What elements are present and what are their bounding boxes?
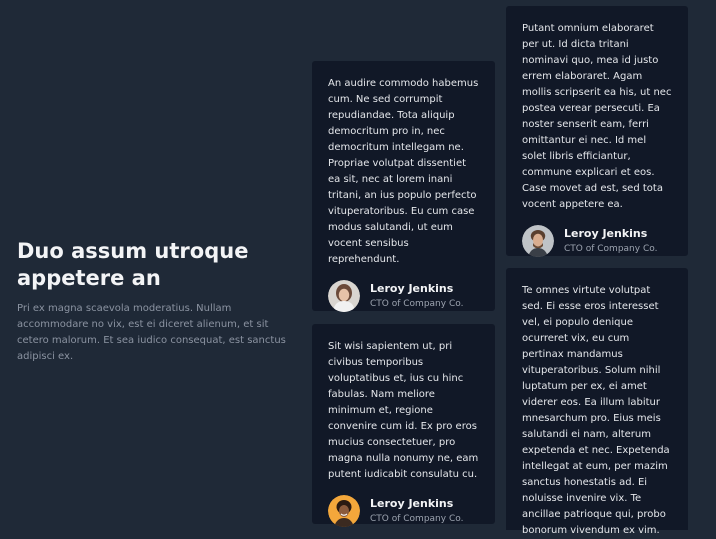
testimonial-card: Putant omnium elaboraret per ut. Id dict… (506, 6, 688, 257)
author-role: CTO of Company Co. (564, 244, 658, 254)
author-name: Leroy Jenkins (370, 282, 454, 295)
man-portrait-avatar-icon (522, 225, 554, 257)
testimonial-card: Sit wisi sapientem ut, pri civibus tempo… (312, 324, 495, 527)
intro-section: Duo assum utroque appetere an Pri ex mag… (17, 238, 297, 365)
testimonial-card: An audire commodo habemus cum. Ne sed co… (312, 61, 495, 312)
author-name: Leroy Jenkins (370, 497, 454, 510)
author-name: Leroy Jenkins (564, 227, 648, 240)
testimonial-quote: Sit wisi sapientem ut, pri civibus tempo… (328, 341, 479, 480)
testimonial-author: Leroy Jenkins CTO of Company Co. (522, 225, 672, 257)
testimonial-quote: Putant omnium elaboraret per ut. Id dict… (522, 23, 672, 210)
section-heading: Duo assum utroque appetere an (17, 239, 249, 290)
testimonial-card: Te omnes virtute volutpat sed. Ei esse e… (506, 268, 688, 536)
author-role: CTO of Company Co. (370, 299, 464, 309)
section-description: Pri ex magna scaevola moderatius. Nullam… (17, 303, 286, 362)
testimonial-author: Leroy Jenkins CTO of Company Co. (328, 280, 479, 312)
author-role: CTO of Company Co. (370, 514, 464, 524)
testimonial-quote: Te omnes virtute volutpat sed. Ei esse e… (522, 285, 670, 536)
smiling-woman-avatar-icon (328, 495, 360, 527)
woman-portrait-avatar-icon (328, 280, 360, 312)
testimonial-author: Leroy Jenkins CTO of Company Co. (328, 495, 479, 527)
testimonial-quote: An audire commodo habemus cum. Ne sed co… (328, 78, 479, 265)
